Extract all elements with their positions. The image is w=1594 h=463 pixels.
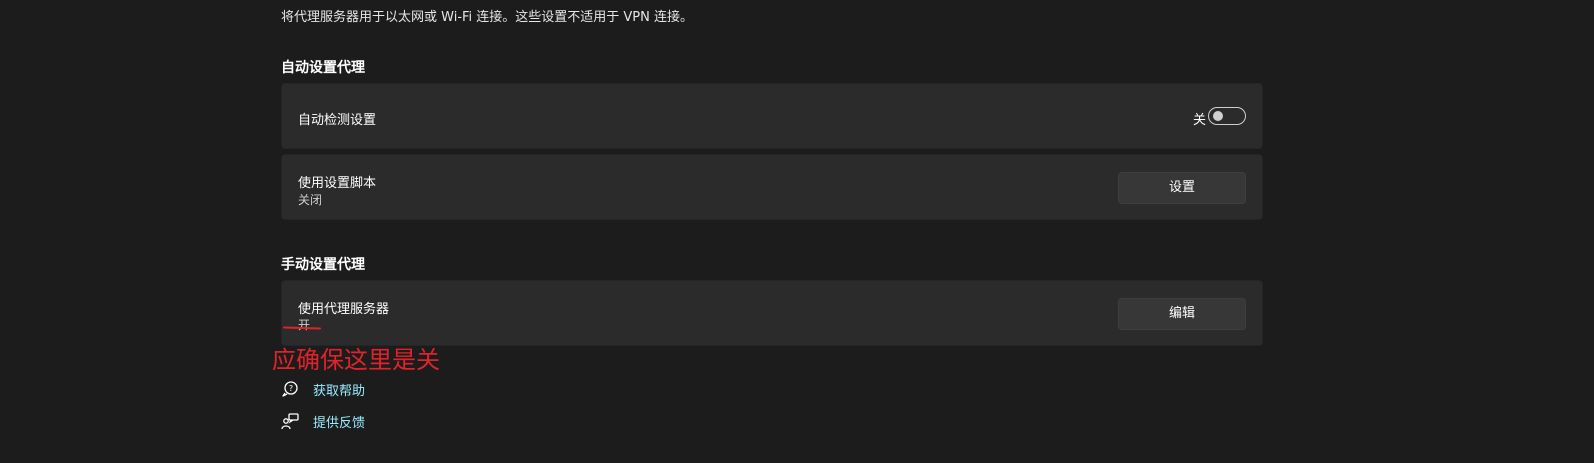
setup-script-button[interactable]: 设置 [1118, 172, 1246, 204]
manual-proxy-section-title: 手动设置代理 [281, 257, 365, 273]
feedback-link-row[interactable]: 提供反馈 [281, 411, 365, 431]
svg-text:?: ? [289, 384, 293, 393]
get-help-link-row[interactable]: ? 获取帮助 [281, 379, 365, 399]
use-proxy-label: 使用代理服务器 [298, 302, 390, 317]
setup-script-card: 使用设置脚本 关闭 设置 [281, 154, 1263, 220]
feedback-link[interactable]: 提供反馈 [313, 412, 365, 431]
auto-detect-state-label: 关 [1192, 113, 1206, 128]
annotation-text: 应确保这里是关 [272, 346, 440, 374]
get-help-link[interactable]: 获取帮助 [313, 380, 365, 399]
setup-script-label: 使用设置脚本 [298, 176, 377, 191]
page-description: 将代理服务器用于以太网或 Wi-Fi 连接。这些设置不适用于 VPN 连接。 [281, 10, 694, 25]
feedback-icon [281, 412, 299, 430]
auto-detect-settings-card: 自动检测设置 关 [281, 83, 1263, 149]
use-proxy-server-card: 使用代理服务器 开 编辑 [281, 280, 1263, 346]
toggle-knob [1213, 111, 1223, 121]
use-proxy-status: 开 [298, 318, 311, 332]
auto-proxy-section-title: 自动设置代理 [281, 60, 365, 76]
auto-detect-label: 自动检测设置 [298, 113, 377, 128]
help-icon: ? [281, 380, 299, 398]
setup-script-status: 关闭 [298, 193, 323, 207]
proxy-settings-page: 将代理服务器用于以太网或 Wi-Fi 连接。这些设置不适用于 VPN 连接。 自… [0, 0, 1594, 463]
auto-detect-toggle[interactable] [1208, 107, 1246, 125]
edit-proxy-button[interactable]: 编辑 [1118, 298, 1246, 330]
